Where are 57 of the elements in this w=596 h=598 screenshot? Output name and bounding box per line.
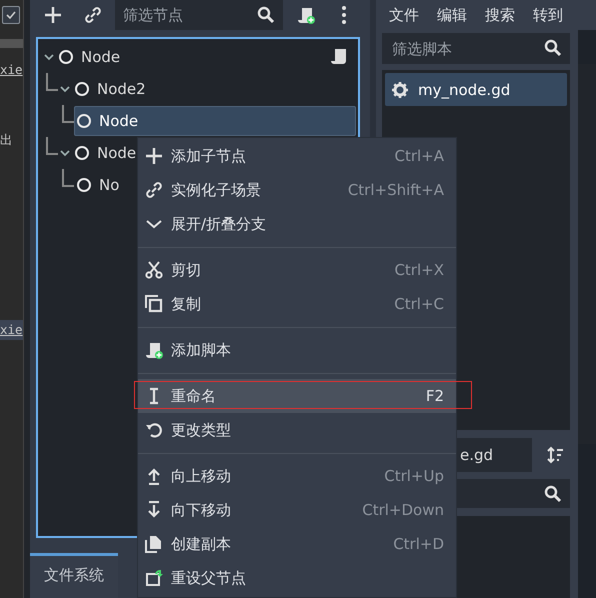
duplicate-icon xyxy=(145,535,163,553)
plus-icon[interactable] xyxy=(145,147,163,165)
script-add-icon xyxy=(145,341,163,359)
menu-item[interactable]: 重命名 F2 xyxy=(138,379,456,413)
node-icon xyxy=(75,82,89,96)
menu-item[interactable]: 文件 xyxy=(389,6,419,24)
menu-item[interactable]: 添加脚本 xyxy=(138,333,456,367)
arrow-down-icon xyxy=(145,501,163,519)
filter-field[interactable]: 筛选节点 xyxy=(115,0,283,30)
script-icon[interactable] xyxy=(330,48,348,66)
code-text: 出 xyxy=(0,131,14,149)
script-add-icon[interactable] xyxy=(297,6,315,24)
link-icon[interactable] xyxy=(145,181,163,199)
add-node-icon[interactable] xyxy=(44,6,62,24)
tree-line xyxy=(46,73,58,91)
gear-icon xyxy=(391,80,409,98)
tree-line xyxy=(62,169,74,187)
search-icon xyxy=(544,39,562,57)
menu-item[interactable]: 创建副本 Ctrl+D xyxy=(138,527,456,561)
node-name[interactable]: Node2 xyxy=(97,80,146,98)
selected-row[interactable] xyxy=(74,106,356,136)
search-icon xyxy=(257,6,275,24)
tab-strip xyxy=(0,39,23,48)
node-name[interactable]: No xyxy=(99,176,120,194)
filter-field[interactable]: 筛选脚本 xyxy=(382,33,570,64)
menu-item[interactable]: 剪切 Ctrl+X xyxy=(138,253,456,287)
node-icon xyxy=(75,146,89,160)
node-icon xyxy=(77,178,91,192)
check-icon xyxy=(5,9,17,21)
menu-item[interactable]: 编辑 xyxy=(437,6,467,24)
sort-icon[interactable] xyxy=(546,446,564,464)
menu-item[interactable]: 重设父节点 xyxy=(138,561,456,595)
link-icon[interactable] xyxy=(84,6,102,24)
script-item[interactable]: my_node.gd xyxy=(385,73,567,106)
search-icon xyxy=(544,484,562,502)
menu-item[interactable]: 展开/折叠分支 xyxy=(138,207,456,241)
code-text: xie xyxy=(0,61,23,79)
code-text: xie xyxy=(0,320,23,340)
checkbox[interactable] xyxy=(2,6,20,24)
node-icon xyxy=(59,50,73,64)
node-name[interactable]: Node xyxy=(99,112,138,130)
scissors-icon xyxy=(145,261,163,279)
tree-line xyxy=(62,105,74,123)
tree-line xyxy=(46,137,58,155)
node-name[interactable]: Node xyxy=(97,144,136,162)
undo-arrow-icon xyxy=(145,421,163,439)
menu-item[interactable]: 搜索 xyxy=(485,6,515,24)
menu-item[interactable]: 复制 Ctrl+C xyxy=(138,287,456,321)
node-name[interactable]: Node xyxy=(81,48,120,66)
menu-icon[interactable] xyxy=(341,5,347,25)
menu-item[interactable]: 向下移动 Ctrl+Down xyxy=(138,493,456,527)
menu-item[interactable]: 转到 xyxy=(533,6,563,24)
copy-icon xyxy=(145,295,163,313)
reparent-icon xyxy=(145,569,163,587)
menu-item[interactable]: 实例化子场景 Ctrl+Shift+A xyxy=(138,173,456,207)
menu-item[interactable]: 添加子节点 Ctrl+A xyxy=(138,139,456,173)
node-icon xyxy=(77,114,91,128)
